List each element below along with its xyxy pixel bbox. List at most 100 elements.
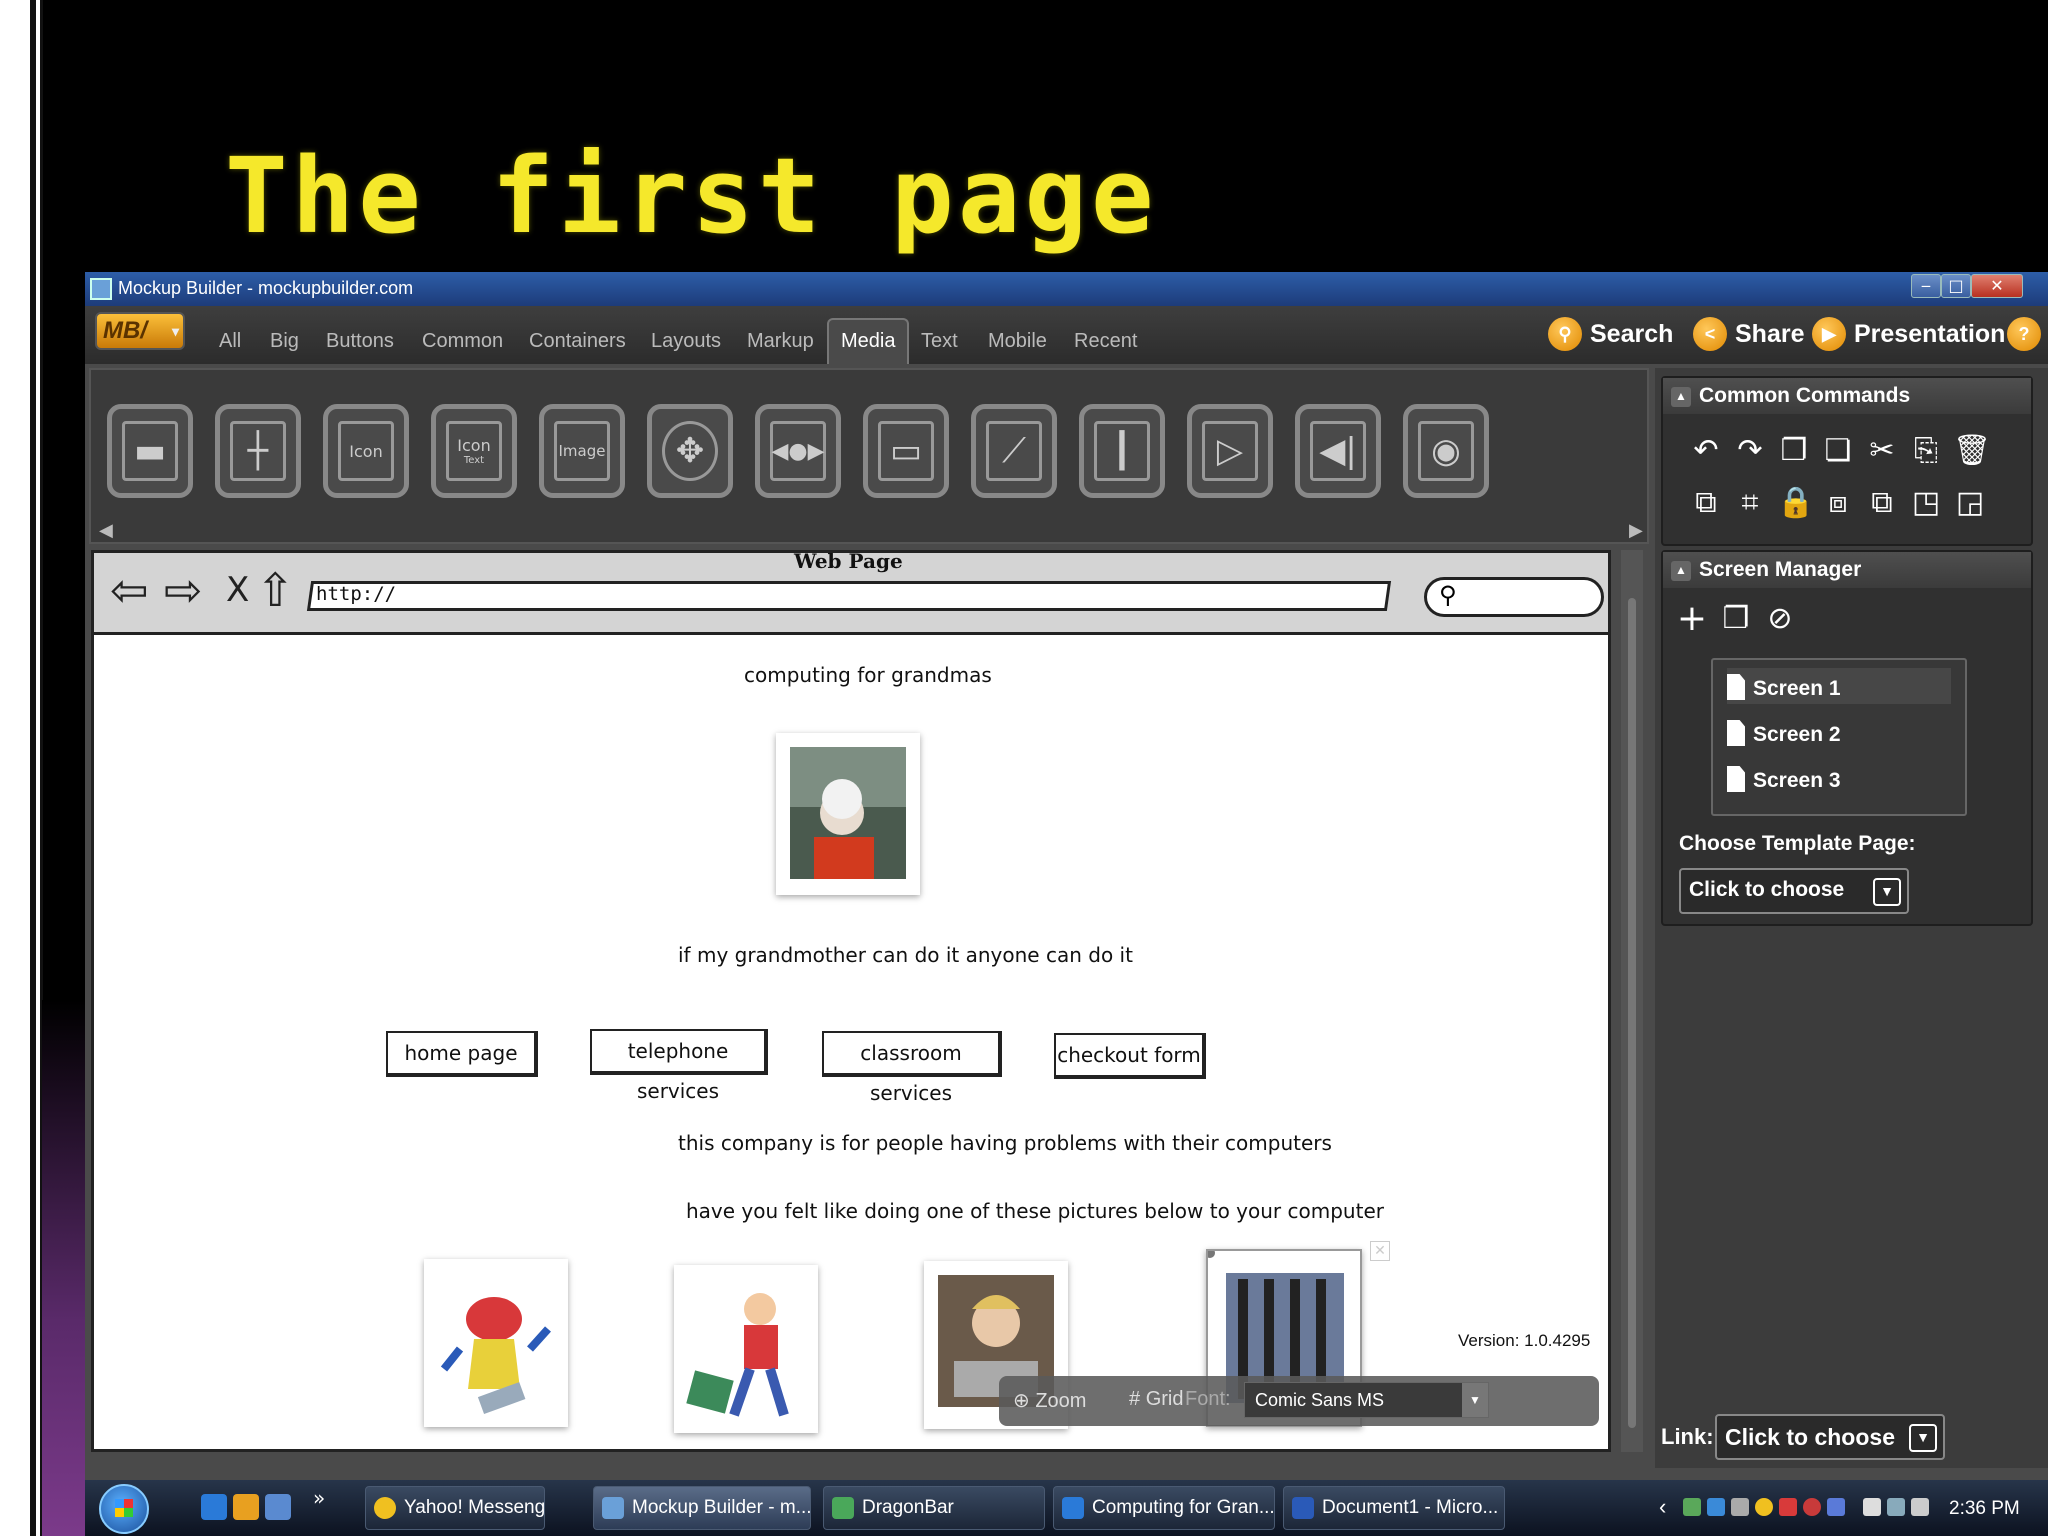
template-page-select[interactable]: Click to choose ▼ (1679, 868, 1909, 914)
tab-text[interactable]: Text (921, 330, 958, 353)
screen-manager-header[interactable]: ▲ Screen Manager (1663, 552, 2031, 588)
undo-icon[interactable]: ↶ (1689, 434, 1723, 468)
device-icon[interactable] (1827, 1498, 1845, 1516)
task-word-document[interactable]: Document1 - Micro... (1283, 1486, 1505, 1530)
url-field[interactable] (306, 581, 1392, 611)
scrollbar-thumb[interactable] (1628, 598, 1636, 1428)
paste-icon[interactable]: ❏ (1821, 434, 1855, 468)
classroom-services-button[interactable]: classroom services (822, 1031, 1002, 1105)
group-icon[interactable]: ⧉ (1689, 486, 1723, 520)
send-to-back-icon[interactable]: ◲ (1953, 486, 1987, 520)
trash-icon[interactable]: 🗑 (1953, 434, 1991, 468)
tab-big[interactable]: Big (270, 330, 299, 353)
volume-icon[interactable] (1911, 1498, 1929, 1516)
clock[interactable]: 2:36 PM (1949, 1498, 2020, 1520)
strip-scroll-right-icon[interactable]: ▶ (1629, 520, 1643, 541)
tab-all[interactable]: All (219, 330, 241, 353)
button-component[interactable]: ▭ (863, 404, 949, 498)
video-component[interactable]: ▷ (1187, 404, 1273, 498)
cartoon-angry-image[interactable] (424, 1259, 568, 1427)
canvas-scrollbar[interactable] (1621, 550, 1643, 1452)
tab-layouts[interactable]: Layouts (651, 330, 721, 353)
task-yahoo-messenger[interactable]: Yahoo! Messenger (365, 1486, 545, 1530)
home-page-button[interactable]: home page (386, 1031, 538, 1077)
link-select[interactable]: Click to choose ▼ (1715, 1414, 1945, 1460)
grid-button[interactable]: # Grid (1129, 1388, 1183, 1411)
video-player-component[interactable]: ▬ (107, 404, 193, 498)
task-dragonbar[interactable]: DragonBar (823, 1486, 1045, 1530)
messenger-tray-icon[interactable] (1755, 1498, 1773, 1516)
volume-component[interactable]: ◀| (1295, 404, 1381, 498)
strip-scroll-left-icon[interactable]: ◀ (99, 520, 113, 541)
font-select[interactable]: Comic Sans MS ▼ (1244, 1382, 1489, 1418)
bring-to-front-icon[interactable]: ⧉ (1865, 486, 1899, 520)
tab-mobile[interactable]: Mobile (988, 330, 1047, 353)
minimize-button[interactable]: ‒ (1911, 274, 1941, 298)
copy-icon[interactable]: ❐ (1777, 434, 1811, 468)
copy-screen-icon[interactable]: ❐ (1719, 602, 1753, 636)
help-button[interactable]: ? (2007, 314, 2048, 354)
back-arrow-icon[interactable]: ⇦ (110, 567, 149, 613)
quicklaunch-overflow-icon[interactable]: » (313, 1486, 325, 1510)
connection-icon[interactable] (1887, 1498, 1905, 1516)
checkout-form-button[interactable]: checkout form (1054, 1033, 1206, 1079)
search-button[interactable]: ⚲ Search (1548, 314, 1673, 354)
close-button[interactable]: ✕ (1971, 274, 2023, 298)
antivirus-icon[interactable] (1803, 1498, 1821, 1516)
network-icon[interactable] (1683, 1498, 1701, 1516)
telephone-services-button[interactable]: telephone services (590, 1029, 768, 1103)
browser-mockup-bar[interactable]: Web Page ⇦ ⇨ X ⇧ http:// ⚲ (94, 553, 1608, 635)
tray-expand-icon[interactable]: ‹ (1659, 1494, 1666, 1520)
chart-component[interactable]: ⟋ (971, 404, 1057, 498)
task-computing-for-grandmas[interactable]: Computing for Gran... (1053, 1486, 1275, 1530)
cartoon-kicking-image[interactable] (674, 1265, 818, 1433)
lock-icon[interactable]: 🔒 (1777, 486, 1814, 520)
icon-component[interactable]: Icon (323, 404, 409, 498)
zoom-button[interactable]: ⊕ Zoom (1013, 1388, 1086, 1413)
common-commands-header[interactable]: ▲ Common Commands (1663, 378, 2031, 414)
add-screen-icon[interactable]: + (1675, 601, 1709, 637)
ungroup-icon[interactable]: ⌗ (1733, 486, 1767, 520)
tab-media[interactable]: Media (827, 318, 910, 364)
design-canvas[interactable]: Web Page ⇦ ⇨ X ⇧ http:// ⚲ computing for… (91, 550, 1611, 1452)
power-icon[interactable] (1863, 1498, 1881, 1516)
maximize-button[interactable]: □ (1941, 274, 1971, 298)
image-component[interactable]: Image (539, 404, 625, 498)
media-controls-component[interactable]: ◀●▶ (755, 404, 841, 498)
security-icon[interactable] (1779, 1498, 1797, 1516)
ie-quicklaunch-icon[interactable] (201, 1494, 227, 1520)
mb-menu-button[interactable]: MB/ ▾ (95, 312, 185, 350)
screen-item-1[interactable]: Screen 1 (1727, 668, 1951, 704)
tab-containers[interactable]: Containers (529, 330, 626, 353)
stop-icon[interactable]: X (226, 567, 249, 613)
presentation-button[interactable]: ▶ Presentation (1812, 314, 2005, 354)
redo-icon[interactable]: ↷ (1733, 434, 1767, 468)
tab-common[interactable]: Common (422, 330, 503, 353)
bluetooth-icon[interactable] (1707, 1498, 1725, 1516)
cut-icon[interactable]: ✂ (1865, 434, 1899, 468)
delete-selection-icon[interactable]: ✕ (1370, 1241, 1390, 1261)
delete-screen-icon[interactable]: ⊘ (1763, 602, 1797, 636)
display-icon[interactable] (1731, 1498, 1749, 1516)
start-button[interactable] (99, 1484, 149, 1534)
collapse-icon[interactable]: ▲ (1671, 387, 1691, 407)
send-backward-icon[interactable]: ◳ (1909, 486, 1943, 520)
webcam-component[interactable]: ◉ (1403, 404, 1489, 498)
browser-search-field[interactable]: ⚲ (1424, 577, 1604, 617)
tab-buttons[interactable]: Buttons (326, 330, 394, 353)
screen-item-2[interactable]: Screen 2 (1727, 714, 1951, 750)
window-titlebar[interactable]: Mockup Builder - mockupbuilder.com ‒ □ ✕ (85, 272, 2048, 306)
vertical-slider-component[interactable]: ┃ (1079, 404, 1165, 498)
tab-recent[interactable]: Recent (1074, 330, 1137, 353)
tab-markup[interactable]: Markup (747, 330, 814, 353)
slider-component[interactable]: ┼ (215, 404, 301, 498)
desktop-quicklaunch-icon[interactable] (265, 1494, 291, 1520)
task-mockup-builder[interactable]: Mockup Builder - m... (593, 1486, 811, 1530)
screen-item-3[interactable]: Screen 3 (1727, 760, 1951, 796)
duplicate-icon[interactable]: ⎘ (1909, 434, 1943, 468)
bring-forward-icon[interactable]: ⧈ (1821, 486, 1855, 520)
mail-quicklaunch-icon[interactable] (233, 1494, 259, 1520)
navigation-pad-component[interactable]: ✥ (647, 404, 733, 498)
home-arrow-icon[interactable]: ⇧ (256, 567, 295, 613)
forward-arrow-icon[interactable]: ⇨ (164, 567, 203, 613)
